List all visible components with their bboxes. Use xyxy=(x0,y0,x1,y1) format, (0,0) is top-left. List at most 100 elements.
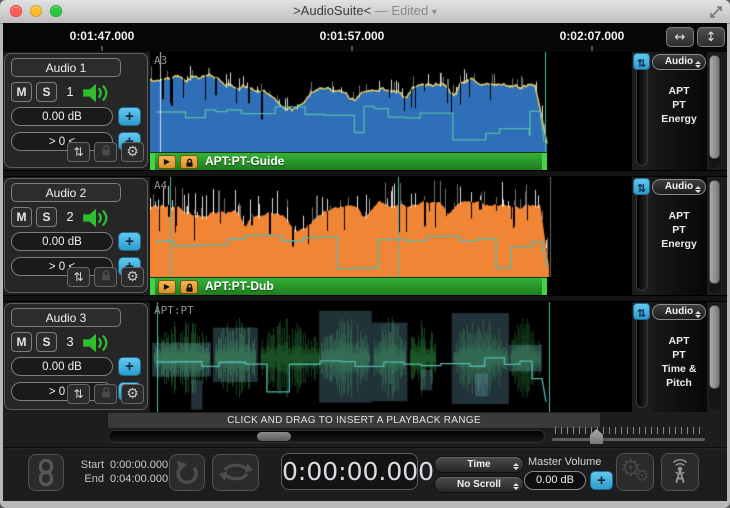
track-name-button[interactable]: Audio 2 xyxy=(11,183,121,202)
row-divider xyxy=(3,295,727,302)
waveform-label: APT:PT xyxy=(154,304,194,317)
link-selection-button[interactable] xyxy=(28,454,64,491)
plugin-panel: Audio APT PT Energy xyxy=(651,177,707,295)
track-height-slider[interactable] xyxy=(636,183,648,291)
time-mode-select[interactable]: Time xyxy=(434,456,524,473)
horizontal-zoom-button[interactable]: ↔ xyxy=(666,27,694,47)
title-bar[interactable]: >AudioSuite< — Edited ▾ xyxy=(0,0,730,24)
plugin-reorder-button[interactable]: ⇅ xyxy=(633,303,650,320)
select-spinner-icon xyxy=(695,183,701,196)
track-3-panel: Audio 3 M S 3 0.00 dB + > 0 < + ⇅ xyxy=(4,303,148,410)
master-volume-label: Master Volume xyxy=(528,456,601,468)
plugin-name: APT PT Time & Pitch xyxy=(651,334,707,390)
gain-plus-button[interactable]: + xyxy=(118,107,141,126)
plugin-name: APT PT Energy xyxy=(651,209,707,251)
undo-button[interactable] xyxy=(169,454,205,491)
plugin-scrollbar[interactable] xyxy=(709,179,720,293)
clip-lock-icon[interactable] xyxy=(180,280,198,294)
settings-gear-icon[interactable]: ⚙ xyxy=(121,142,144,162)
gear-icon: ⚙ xyxy=(635,466,649,485)
playback-range-bar[interactable]: CLICK AND DRAG TO INSERT A PLAYBACK RANG… xyxy=(108,413,600,428)
scrollbar-thumb[interactable] xyxy=(709,305,720,389)
settings-gear-icon[interactable]: ⚙ xyxy=(121,384,144,404)
lock-button[interactable] xyxy=(94,384,117,404)
select-spinner-icon xyxy=(695,58,701,71)
clip-label: APT:PT-Dub xyxy=(205,279,274,293)
select-spinner-icon xyxy=(513,460,519,473)
plugin-type-select[interactable]: Audio xyxy=(652,54,706,70)
main-time-display[interactable]: 0:00:00.000 xyxy=(281,453,418,490)
plugin-type-select[interactable]: Audio xyxy=(652,179,706,195)
plugin-name: APT PT Energy xyxy=(651,84,707,126)
start-label: Start xyxy=(70,459,104,471)
track-name-button[interactable]: Audio 1 xyxy=(11,58,121,77)
solo-button[interactable]: S xyxy=(36,332,57,352)
gain-field[interactable]: 0.00 dB xyxy=(11,107,113,126)
gain-plus-button[interactable]: + xyxy=(118,357,141,376)
scrollbar-thumb[interactable] xyxy=(257,432,291,441)
gain-plus-button[interactable]: + xyxy=(118,232,141,251)
solo-button[interactable]: S xyxy=(36,82,57,102)
mute-button[interactable]: M xyxy=(11,82,32,102)
scroll-mode-select[interactable]: No Scroll xyxy=(434,476,524,493)
waveform-area[interactable]: APT:PT xyxy=(150,302,632,412)
solo-button[interactable]: S xyxy=(36,207,57,227)
gain-field[interactable]: 0.00 dB xyxy=(11,357,113,376)
track-row-3: Audio 3 M S 3 0.00 dB + > 0 < + ⇅ xyxy=(0,302,730,412)
lock-button[interactable] xyxy=(94,142,117,162)
track-row-2: Audio 2 M S 2 0.00 dB + > 0 < + ⇅ xyxy=(0,177,730,295)
waveform-label: A3 xyxy=(154,54,167,67)
plugin-reorder-button[interactable]: ⇅ xyxy=(633,178,650,195)
track-2-panel: Audio 2 M S 2 0.00 dB + > 0 < + ⇅ xyxy=(4,178,148,293)
proxy-caret-icon[interactable]: ▾ xyxy=(432,7,437,18)
plugin-scrollbar[interactable] xyxy=(709,54,720,168)
speaker-icon[interactable] xyxy=(81,82,111,104)
scrollbar-thumb[interactable] xyxy=(709,180,720,284)
end-label: End xyxy=(70,473,104,485)
reorder-button[interactable]: ⇅ xyxy=(67,142,90,162)
clip-bar[interactable]: ▶ APT:PT-Dub xyxy=(150,277,547,295)
horizontal-scrollbar[interactable] xyxy=(108,430,545,443)
plugin-reorder-button[interactable]: ⇅ xyxy=(633,53,650,70)
reorder-button[interactable]: ⇅ xyxy=(67,384,90,404)
waveform-area[interactable]: A3 ▶ APT:PT-Guide xyxy=(150,52,632,170)
track-height-slider[interactable] xyxy=(636,58,648,166)
vertical-zoom-button[interactable]: ↕ xyxy=(697,27,725,47)
mute-button[interactable]: M xyxy=(11,207,32,227)
waveform-canvas[interactable] xyxy=(150,177,632,277)
lock-button[interactable] xyxy=(94,267,117,287)
speaker-icon[interactable] xyxy=(81,207,111,229)
zoom-slider-track[interactable] xyxy=(552,438,705,441)
timeline-ruler[interactable]: 0:01:47.000 0:01:57.000 0:02:07.000 ↔ ↕ xyxy=(3,23,727,52)
track-number: 3 xyxy=(62,334,78,349)
waveform-area[interactable]: A4 ▶ APT:PT-Dub xyxy=(150,177,632,295)
waveform-canvas[interactable] xyxy=(150,52,632,152)
master-volume-field[interactable]: 0.00 dB xyxy=(524,471,586,490)
mute-button[interactable]: M xyxy=(11,332,32,352)
track-1-panel: Audio 1 M S 1 0.00 dB + > 0 < + ⇅ xyxy=(4,53,148,168)
loop-button[interactable] xyxy=(212,454,259,491)
clip-bar[interactable]: ▶ APT:PT-Guide xyxy=(150,152,547,170)
settings-gear-icon[interactable]: ⚙ xyxy=(121,267,144,287)
plugin-scrollbar[interactable] xyxy=(709,304,720,410)
master-volume-plus-button[interactable]: + xyxy=(590,471,613,490)
time-label: 0:01:47.000 xyxy=(70,29,135,43)
reorder-button[interactable]: ⇅ xyxy=(67,267,90,287)
waveform-canvas[interactable] xyxy=(150,302,632,412)
clip-label: APT:PT-Guide xyxy=(205,154,284,168)
clip-play-icon[interactable]: ▶ xyxy=(158,155,176,169)
track-number: 1 xyxy=(62,84,78,99)
time-label: 0:01:57.000 xyxy=(320,29,385,43)
broadcast-antenna-button[interactable] xyxy=(661,453,699,491)
gain-field[interactable]: 0.00 dB xyxy=(11,232,113,251)
settings-gears-button[interactable]: ⚙ ⚙ xyxy=(616,453,654,491)
clip-lock-icon[interactable] xyxy=(180,155,198,169)
track-name-button[interactable]: Audio 3 xyxy=(11,308,121,327)
speaker-icon[interactable] xyxy=(81,332,111,354)
clip-play-icon[interactable]: ▶ xyxy=(158,280,176,294)
select-spinner-icon xyxy=(513,480,519,493)
fullscreen-icon[interactable] xyxy=(708,4,724,20)
plugin-type-select[interactable]: Audio xyxy=(652,304,706,320)
track-height-slider[interactable] xyxy=(636,308,648,408)
scrollbar-thumb[interactable] xyxy=(709,55,720,159)
